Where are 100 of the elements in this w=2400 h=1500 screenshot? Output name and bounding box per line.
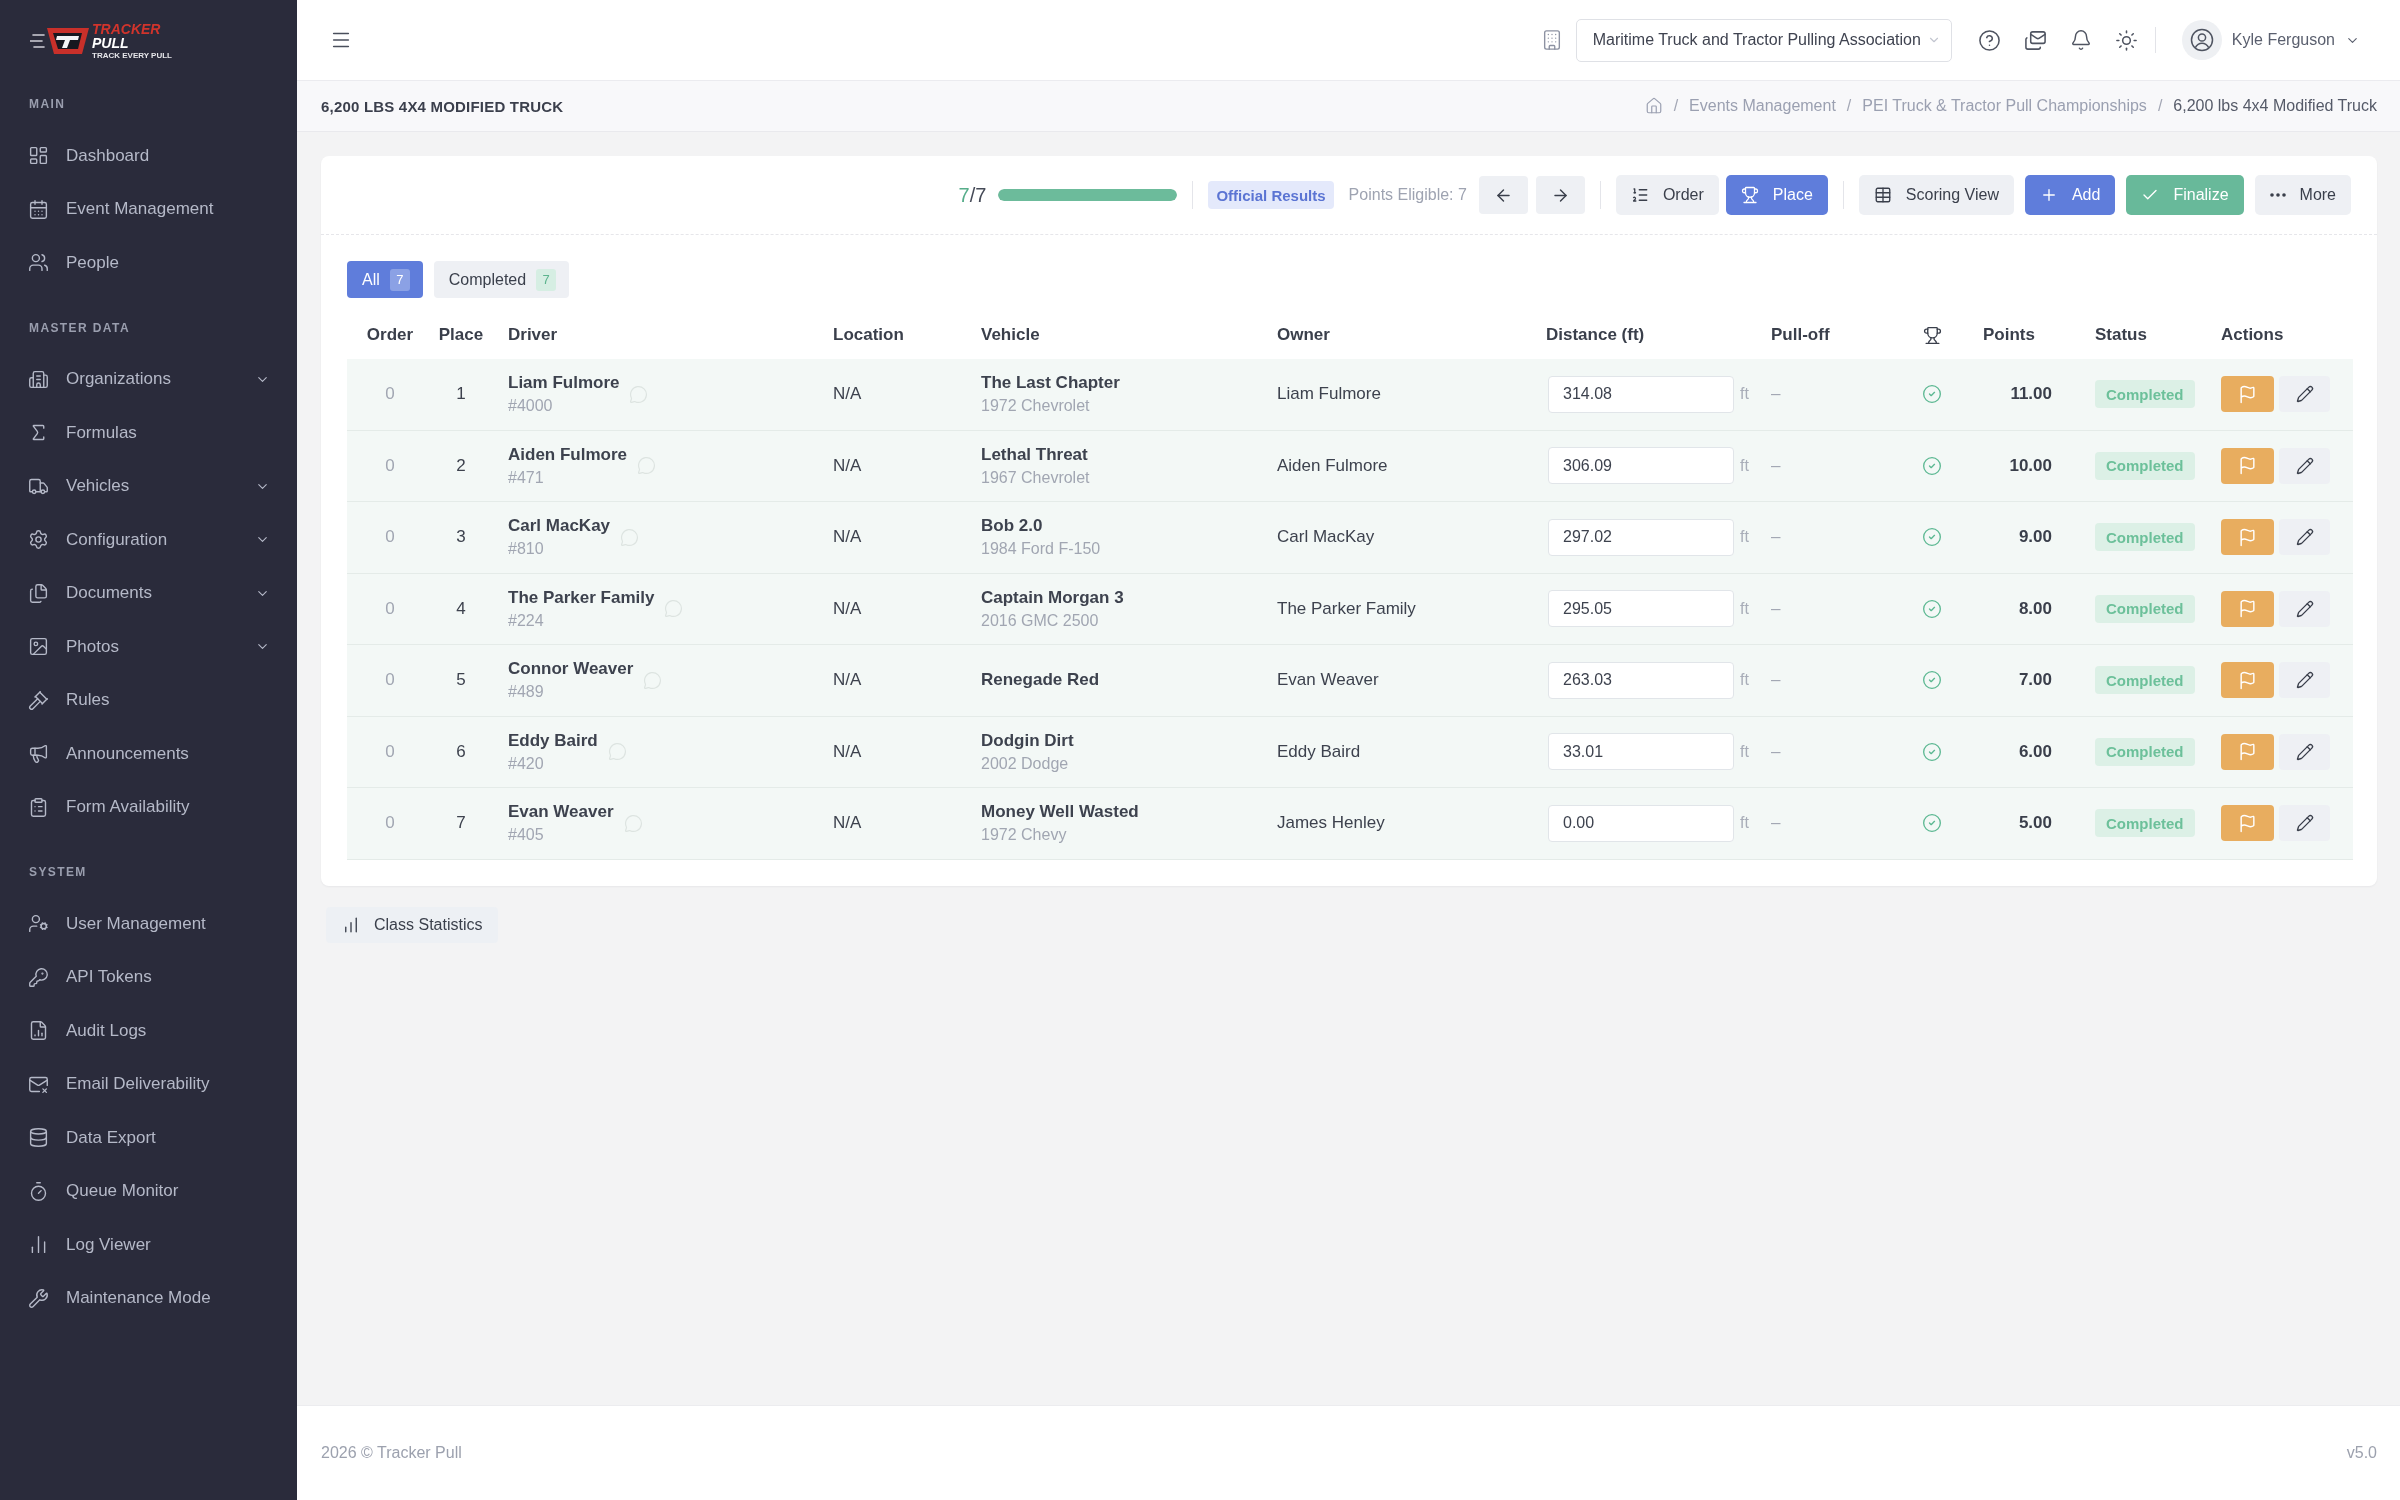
distance-input[interactable]: 306.09	[1548, 447, 1734, 485]
sidebar-item[interactable]: People	[0, 236, 297, 290]
pencil-icon	[2295, 385, 2314, 404]
place-number: 2	[456, 455, 466, 476]
driver-number: #810	[508, 540, 545, 559]
flag-button[interactable]	[2221, 590, 2274, 627]
driver-name: Carl MacKay	[508, 516, 611, 537]
user-gear-icon	[28, 913, 49, 935]
sidebar-item[interactable]: Email Deliverability	[0, 1057, 297, 1111]
sun-icon[interactable]	[2114, 28, 2138, 52]
distance-input[interactable]: 297.02	[1548, 518, 1734, 556]
sidebar-item[interactable]: Configuration	[0, 513, 297, 567]
organization-select[interactable]: Maritime Truck and Tractor Pulling Association	[1575, 18, 1952, 62]
order-number: 0	[385, 455, 395, 476]
sidebar-item[interactable]: Audit Logs	[0, 1004, 297, 1058]
flag-icon	[2238, 813, 2257, 833]
place-number: 6	[456, 741, 466, 762]
user-menu[interactable]: Kyle Ferguson	[2181, 20, 2360, 60]
sidebar-item[interactable]: Documents	[0, 566, 297, 620]
distance-input[interactable]: 314.08	[1548, 375, 1734, 413]
next-button[interactable]	[1535, 176, 1585, 214]
sidebar-item[interactable]: API Tokens	[0, 950, 297, 1004]
sidebar-item[interactable]: Formulas	[0, 406, 297, 460]
pencil-icon	[2295, 814, 2314, 833]
sidebar-item[interactable]: Rules	[0, 673, 297, 727]
home-icon[interactable]	[1644, 97, 1663, 115]
help-icon[interactable]	[1977, 28, 2001, 52]
vehicle-name: Money Well Wasted	[981, 802, 1139, 823]
sidebar-item[interactable]: Maintenance Mode	[0, 1271, 297, 1325]
pencil-icon	[2295, 742, 2314, 761]
order-number: 0	[385, 813, 395, 834]
class-statistics-button[interactable]: Class Statistics	[326, 906, 499, 943]
user-avatar-icon	[2181, 20, 2222, 60]
edit-button[interactable]	[2279, 733, 2330, 770]
flag-button[interactable]	[2221, 733, 2274, 770]
sidebar-item[interactable]: Announcements	[0, 727, 297, 781]
points-value: 7.00	[2018, 670, 2052, 691]
more-button[interactable]: More	[2254, 175, 2351, 215]
results-badge: Official Results	[1208, 181, 1334, 209]
previous-button[interactable]	[1478, 176, 1528, 214]
sidebar-item[interactable]: Form Availability	[0, 780, 297, 834]
sidebar-item[interactable]: User Management	[0, 897, 297, 951]
pull-off-value: –	[1771, 527, 1781, 548]
sidebar-item[interactable]: Log Viewer	[0, 1218, 297, 1272]
flag-icon	[2238, 742, 2257, 762]
sidebar-item[interactable]: Dashboard	[0, 129, 297, 183]
distance-input[interactable]: 263.03	[1548, 661, 1734, 699]
flag-button[interactable]	[2221, 805, 2274, 842]
place-button[interactable]: Place	[1725, 175, 1828, 215]
distance-input[interactable]: 33.01	[1548, 733, 1734, 771]
order-number: 0	[385, 527, 395, 548]
edit-button[interactable]	[2279, 376, 2330, 413]
edit-button[interactable]	[2279, 447, 2330, 484]
edit-button[interactable]	[2279, 590, 2330, 627]
distance-input[interactable]: 295.05	[1548, 590, 1734, 628]
order-button[interactable]: Order	[1615, 175, 1719, 215]
breadcrumb-separator: /	[2157, 97, 2163, 115]
sidebar-item[interactable]: Photos	[0, 620, 297, 674]
points-value: 6.00	[2018, 741, 2052, 762]
distance-input[interactable]: 0.00	[1548, 804, 1734, 842]
megaphone-icon	[28, 743, 49, 765]
filter-tab[interactable]: All 7	[347, 261, 423, 298]
edit-button[interactable]	[2279, 662, 2330, 699]
image-icon	[28, 636, 49, 658]
column-header: Actions	[2221, 325, 2284, 345]
vehicle-name: Lethal Threat	[981, 444, 1089, 465]
sidebar-item[interactable]: Event Management	[0, 182, 297, 236]
scoring-view-button[interactable]: Scoring View	[1858, 175, 2014, 215]
section-title: MASTER DATA	[29, 319, 130, 337]
pencil-icon	[2295, 671, 2314, 690]
flag-button[interactable]	[2221, 376, 2274, 413]
order-number: 0	[385, 741, 395, 762]
sidebar-item[interactable]: Organizations	[0, 352, 297, 406]
add-button[interactable]: Add	[2024, 175, 2116, 215]
sidebar-item[interactable]: Vehicles	[0, 459, 297, 513]
edit-button[interactable]	[2279, 805, 2330, 842]
points-value: 5.00	[2018, 813, 2052, 834]
flag-button[interactable]	[2221, 447, 2274, 484]
sidebar-item[interactable]: Queue Monitor	[0, 1164, 297, 1218]
bell-icon[interactable]	[2069, 29, 2092, 51]
version-text: v5.0	[2346, 1444, 2377, 1462]
unit-label: ft	[1740, 528, 1749, 547]
location-text: N/A	[833, 455, 862, 476]
filter-tab[interactable]: Completed 7	[433, 261, 570, 298]
progress-count: 7/7	[958, 183, 987, 207]
sidebar-item[interactable]: Data Export	[0, 1111, 297, 1165]
points-value: 11.00	[2010, 384, 2052, 405]
driver-number: #405	[508, 826, 545, 845]
flag-button[interactable]	[2221, 519, 2274, 556]
mail-icon[interactable]	[2023, 28, 2047, 52]
vehicle-model: 1967 Chevrolet	[981, 468, 1090, 487]
place-number: 7	[456, 813, 466, 834]
edit-button[interactable]	[2279, 519, 2330, 556]
owner-name: Eddy Baird	[1277, 741, 1361, 762]
owner-name: James Henley	[1277, 813, 1385, 834]
order-number: 0	[385, 598, 395, 619]
numbered-list-icon	[1630, 186, 1649, 204]
owner-name: Aiden Fulmore	[1277, 455, 1388, 476]
key-icon	[28, 966, 49, 988]
flag-button[interactable]	[2221, 662, 2274, 699]
